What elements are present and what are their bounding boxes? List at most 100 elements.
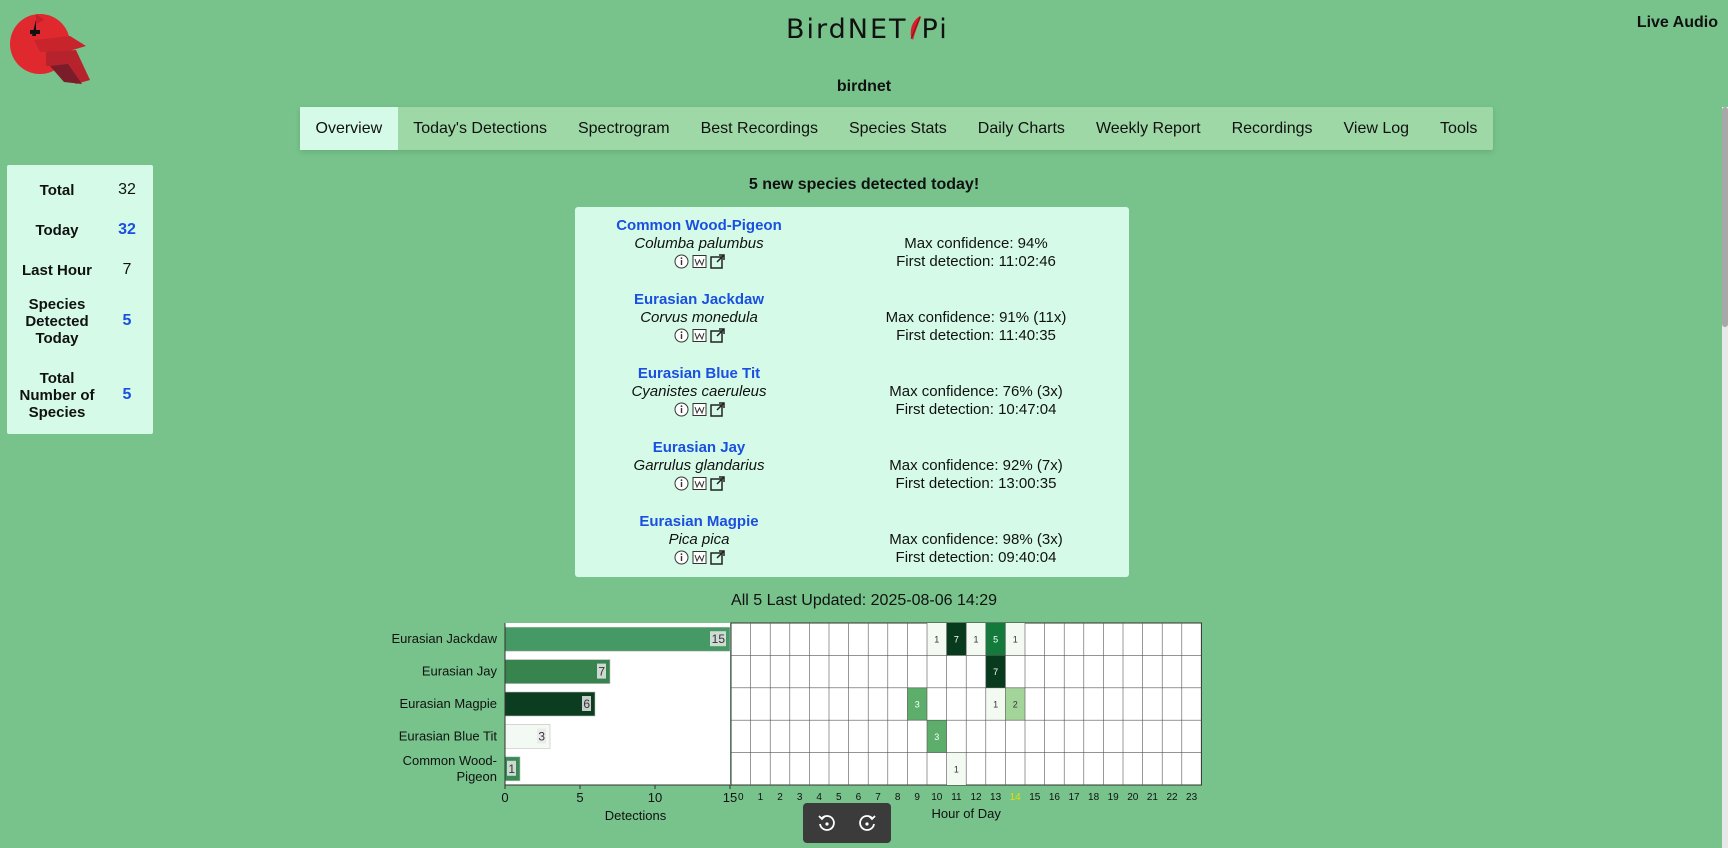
bar-x-tick-label: 5 — [576, 790, 583, 805]
species-common-name[interactable]: Common Wood-Pigeon — [575, 216, 823, 235]
brand-right-text: Pi — [921, 14, 949, 45]
tab-recordings[interactable]: Recordings — [1216, 107, 1328, 150]
species-scientific-name: Pica pica — [668, 531, 730, 548]
heatmap-x-axis-title: Hour of Day — [932, 806, 1002, 821]
stat-label: Today — [35, 221, 79, 239]
bar-x-axis-title: Detections — [605, 808, 667, 823]
brand-left-text: BirdNET — [786, 14, 908, 45]
heatmap-hour-label: 3 — [797, 792, 803, 803]
heatmap-hour-label: 0 — [738, 792, 744, 803]
external-link-icon[interactable] — [709, 328, 725, 343]
info-icon[interactable] — [674, 402, 689, 417]
tab-todays-detections[interactable]: Today's Detections — [398, 107, 563, 150]
bar-category-label: Eurasian Jay — [422, 664, 498, 679]
species-entry: Eurasian Blue Tit Cyanistes caeruleus Ma… — [575, 364, 1129, 434]
bar-value-label: 6 — [583, 697, 590, 711]
heatmap-hour-label: 18 — [1088, 792, 1100, 803]
bar-category-label: Eurasian Jackdaw — [392, 631, 498, 646]
wikipedia-icon[interactable] — [692, 254, 707, 269]
page-scrollbar[interactable] — [1722, 107, 1728, 848]
bar — [504, 626, 731, 652]
last-updated-text: All 5 Last Updated: 2025-08-06 14:29 — [731, 592, 997, 609]
live-audio-link[interactable]: Live Audio — [1637, 14, 1718, 32]
bar — [504, 659, 611, 684]
stat-value[interactable]: 5 — [107, 386, 147, 404]
site-name: birdnet — [836, 78, 892, 95]
heatmap-cell-value: 3 — [934, 732, 939, 742]
tab-species-stats[interactable]: Species Stats — [833, 107, 962, 150]
wikipedia-icon[interactable] — [692, 550, 707, 565]
tab-spectrogram[interactable]: Spectrogram — [562, 107, 685, 150]
species-scientific-name: Columba palumbus — [634, 235, 764, 252]
external-link-icon[interactable] — [709, 254, 725, 269]
info-icon[interactable] — [674, 328, 689, 343]
heatmap-cell-value: 3 — [915, 700, 920, 710]
bar-category-label: Common Wood- — [403, 753, 497, 768]
heatmap-hour-label: 7 — [875, 792, 881, 803]
stat-species-today: Species Detected Today 5 — [7, 293, 153, 349]
info-icon[interactable] — [674, 550, 689, 565]
heatmap-hour-label: 1 — [758, 792, 764, 803]
new-species-card: Common Wood-Pigeon Columba palumbus Max … — [575, 207, 1129, 577]
species-common-name[interactable]: Eurasian Magpie — [575, 512, 823, 531]
bar-x-tick-label: 15 — [723, 790, 737, 805]
stat-value[interactable]: 32 — [107, 221, 147, 239]
species-first-detection: First detection: 13:00:35 — [895, 475, 1057, 492]
wikipedia-icon[interactable] — [692, 328, 707, 343]
tab-best-recordings[interactable]: Best Recordings — [685, 107, 833, 150]
species-entry: Eurasian Jackdaw Corvus monedula Max con… — [575, 290, 1129, 360]
forward-icon[interactable] — [856, 812, 878, 834]
info-icon[interactable] — [674, 254, 689, 269]
heatmap-hour-label: 16 — [1049, 792, 1061, 803]
stat-today: Today 32 — [7, 215, 153, 245]
tab-overview[interactable]: Overview — [300, 107, 398, 150]
bar-value-label: 7 — [598, 665, 605, 679]
wikipedia-icon[interactable] — [692, 402, 707, 417]
stats-panel: Total 32 Today 32 Last Hour 7 Species De… — [7, 165, 153, 434]
heatmap-hour-label: 6 — [856, 792, 862, 803]
heatmap-hour-label: 17 — [1068, 792, 1080, 803]
external-link-icon[interactable] — [709, 402, 725, 417]
species-first-detection: First detection: 11:40:35 — [896, 327, 1056, 344]
stat-label: Species Detected Today — [25, 295, 89, 347]
stat-label: Last Hour — [21, 261, 92, 279]
tab-tools[interactable]: Tools — [1425, 107, 1493, 150]
heatmap-cell-value: 2 — [1013, 700, 1018, 710]
wikipedia-icon[interactable] — [692, 476, 707, 491]
bar-category-label: Eurasian Blue Tit — [399, 728, 498, 743]
tab-daily-charts[interactable]: Daily Charts — [962, 107, 1080, 150]
species-common-name[interactable]: Eurasian Blue Tit — [575, 364, 823, 383]
heatmap-cell-value: 7 — [954, 635, 959, 645]
heatmap-hour-label: 4 — [816, 792, 822, 803]
rewind-icon[interactable] — [816, 812, 838, 834]
heatmap-cell-value: 1 — [973, 635, 978, 645]
stat-last-hour: Last Hour 7 — [7, 255, 153, 285]
heatmap-hour-label: 11 — [951, 792, 962, 803]
brand-title: BirdNET Pi — [786, 14, 949, 45]
stat-total-species: Total Number of Species 5 — [7, 367, 153, 423]
stat-label: Total Number of Species — [19, 369, 95, 421]
species-max-confidence: Max confidence: 91% (11x) — [885, 309, 1067, 326]
species-entry: Eurasian Magpie Pica pica Max confidence… — [575, 512, 1129, 582]
feather-icon — [910, 16, 921, 40]
heatmap-hour-label: 19 — [1108, 792, 1120, 803]
species-first-detection: First detection: 09:40:04 — [895, 549, 1057, 566]
stat-value[interactable]: 5 — [107, 312, 147, 330]
species-common-name[interactable]: Eurasian Jackdaw — [575, 290, 823, 309]
scrollbar-thumb[interactable] — [1722, 107, 1728, 327]
cardinal-logo — [10, 14, 90, 84]
tab-weekly-report[interactable]: Weekly Report — [1080, 107, 1216, 150]
species-entry: Common Wood-Pigeon Columba palumbus Max … — [575, 216, 1129, 286]
info-icon[interactable] — [674, 476, 689, 491]
bar-category-label: Eurasian Magpie — [399, 696, 497, 711]
species-max-confidence: Max confidence: 94% — [904, 235, 1048, 252]
tab-view-log[interactable]: View Log — [1328, 107, 1425, 150]
species-first-detection: First detection: 10:47:04 — [895, 401, 1057, 418]
external-link-icon[interactable] — [709, 476, 725, 491]
external-link-icon[interactable] — [709, 550, 725, 565]
species-max-confidence: Max confidence: 76% (3x) — [889, 383, 1063, 400]
playback-controls — [803, 803, 891, 843]
species-common-name[interactable]: Eurasian Jay — [575, 438, 823, 457]
species-max-confidence: Max confidence: 98% (3x) — [889, 531, 1063, 548]
heatmap-hour-label: 5 — [836, 792, 842, 803]
